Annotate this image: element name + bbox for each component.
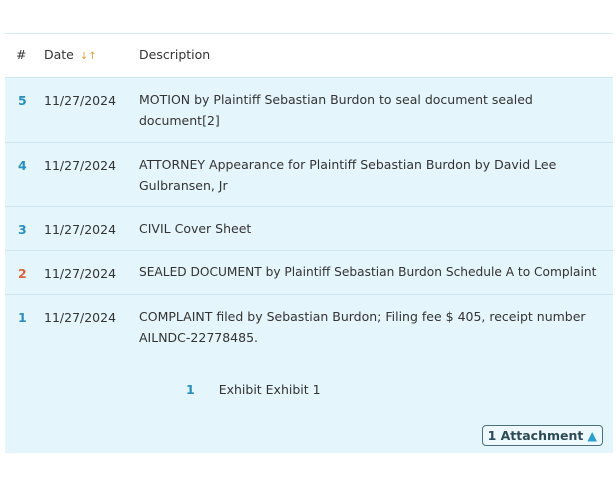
- attachment-number: 1: [186, 382, 195, 397]
- sort-icon[interactable]: ↓↑: [80, 51, 97, 62]
- entry-description: COMPLAINT filed by Sebastian Burdon; Fil…: [139, 309, 586, 345]
- attachment-item[interactable]: 1 Exhibit Exhibit 1: [186, 382, 321, 397]
- entry-description: MOTION by Plaintiff Sebastian Burdon to …: [139, 92, 533, 128]
- table-row: 3 11/27/2024 CIVIL Cover Sheet: [5, 207, 613, 251]
- entry-description: SEALED DOCUMENT by Plaintiff Sebastian B…: [139, 265, 597, 279]
- entry-number[interactable]: 1: [18, 310, 27, 325]
- table-header: # Date ↓↑ Description: [5, 34, 613, 78]
- header-description: Description: [139, 47, 211, 62]
- entry-number[interactable]: 4: [18, 158, 27, 173]
- entry-number[interactable]: 3: [18, 222, 27, 237]
- header-date[interactable]: Date ↓↑: [44, 47, 97, 62]
- entry-number[interactable]: 5: [18, 93, 27, 108]
- entry-number[interactable]: 2: [18, 266, 27, 281]
- chevron-up-icon: ▲: [587, 428, 597, 443]
- entry-description: ATTORNEY Appearance for Plaintiff Sebast…: [139, 157, 557, 193]
- table-row: 1 11/27/2024 COMPLAINT filed by Sebastia…: [5, 295, 613, 453]
- table-row: 2 11/27/2024 SEALED DOCUMENT by Plaintif…: [5, 251, 613, 295]
- header-date-label: Date: [44, 47, 74, 62]
- header-num: #: [16, 47, 27, 62]
- entry-description: CIVIL Cover Sheet: [139, 221, 252, 236]
- entry-date: 11/27/2024: [44, 158, 117, 173]
- attachments-toggle-button[interactable]: 1 Attachment ▲: [481, 425, 603, 446]
- entry-date: 11/27/2024: [44, 266, 117, 281]
- table-row: 5 11/27/2024 MOTION by Plaintiff Sebasti…: [5, 78, 613, 143]
- attachments-toggle-label: 1 Attachment: [487, 428, 584, 443]
- entry-date: 11/27/2024: [44, 222, 117, 237]
- table-row: 4 11/27/2024 ATTORNEY Appearance for Pla…: [5, 143, 613, 207]
- attachment-label[interactable]: Exhibit Exhibit 1: [219, 382, 321, 397]
- docket-table: # Date ↓↑ Description 5 11/27/2024 MOTION…: [5, 33, 613, 453]
- entry-date: 11/27/2024: [44, 93, 117, 108]
- entry-date: 11/27/2024: [44, 310, 117, 325]
